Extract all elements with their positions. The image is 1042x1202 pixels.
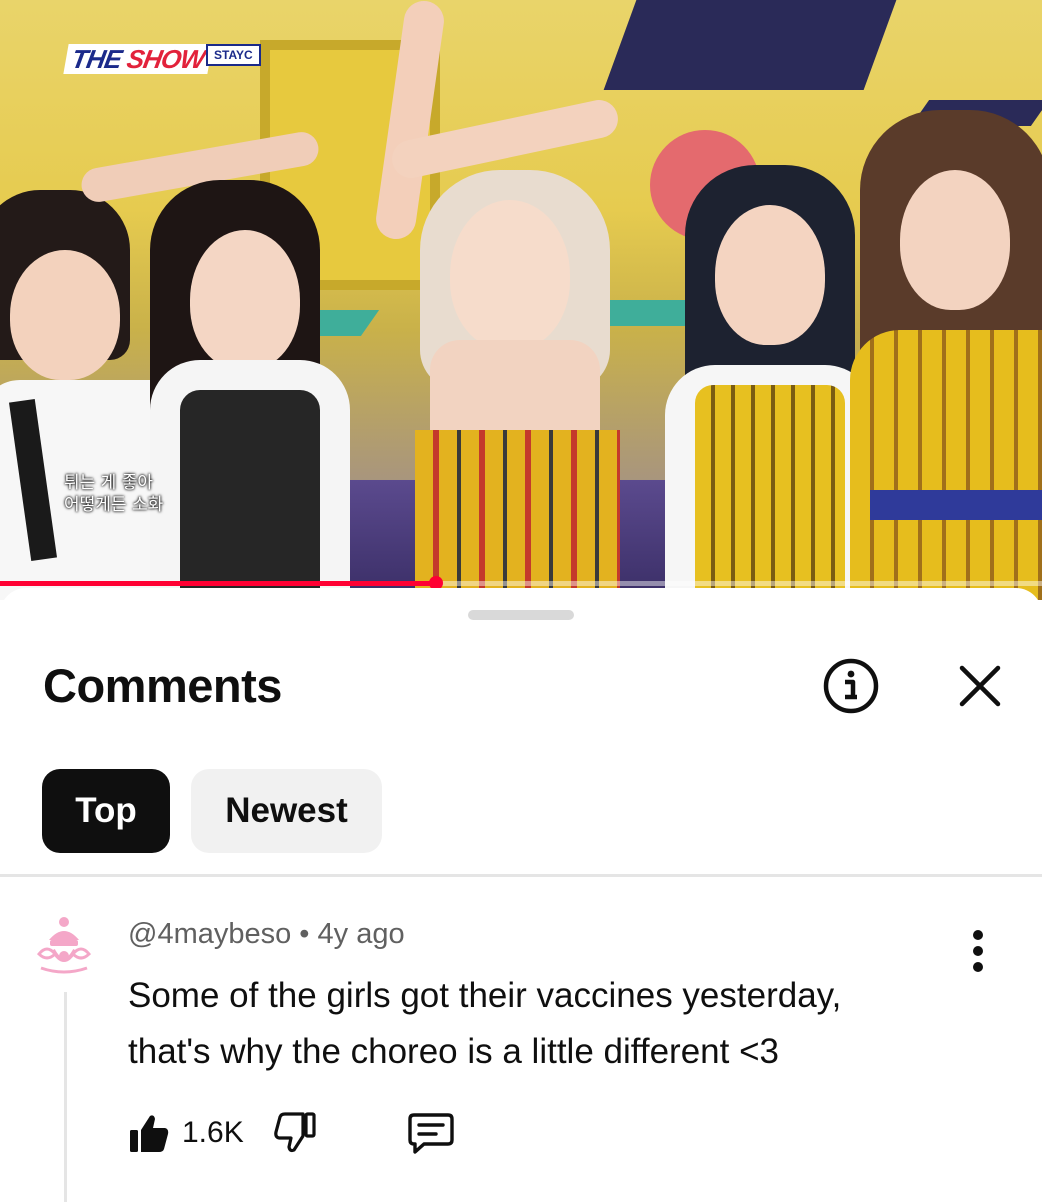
like-button[interactable] (128, 1112, 170, 1154)
logo-tag: STAYC (206, 44, 261, 66)
video-progress-bar[interactable] (0, 576, 1042, 590)
comment-text: Some of the girls got their vaccines yes… (128, 976, 842, 1071)
performer-5 (840, 110, 1042, 600)
close-icon (959, 665, 1001, 707)
broadcast-logo: THE SHOW (63, 44, 213, 74)
comments-title: Comments (43, 659, 282, 712)
like-count: 1.6K (182, 1116, 244, 1149)
dislike-button[interactable] (274, 1112, 316, 1154)
section-divider (0, 874, 1042, 877)
performer-3 (370, 0, 650, 600)
sheet-drag-handle[interactable] (468, 610, 574, 620)
comment-age: 4y ago (317, 918, 405, 950)
info-icon (823, 658, 879, 714)
video-progress-fill (0, 581, 436, 586)
reply-thread-line (64, 992, 67, 1202)
crown-avatar-icon (36, 917, 92, 974)
comment-more-button[interactable] (962, 926, 994, 976)
reply-button[interactable] (408, 1112, 454, 1154)
subtitle-line-1: 튀는 게 좋아 (64, 473, 154, 493)
close-button[interactable] (952, 658, 1008, 714)
performer-2 (78, 129, 370, 600)
sort-chip-top[interactable]: Top (42, 769, 170, 853)
thumbs-up-icon (130, 1115, 169, 1152)
thumbs-down-icon (274, 1112, 316, 1153)
more-vert-icon (973, 930, 983, 972)
info-button[interactable] (822, 657, 880, 715)
subtitle-line-2: 어떻게든 소화 (64, 495, 164, 515)
video-player[interactable]: THE SHOW STAYC 튀는 게 좋아 어떻게든 소화 (0, 0, 1042, 600)
avatar[interactable] (33, 914, 95, 974)
reply-comment-icon (408, 1113, 454, 1154)
comment-meta: @4maybeso • 4y ago (128, 918, 405, 951)
video-subtitle: 튀는 게 좋아 어떻게든 소화 (64, 472, 163, 516)
comments-sheet: Comments Top Newest @4maybeso • 4y ago S… (0, 588, 1042, 1202)
comment-author[interactable]: @4maybeso (128, 918, 291, 950)
meta-separator: • (291, 918, 318, 950)
sort-chip-newest[interactable]: Newest (191, 769, 382, 853)
